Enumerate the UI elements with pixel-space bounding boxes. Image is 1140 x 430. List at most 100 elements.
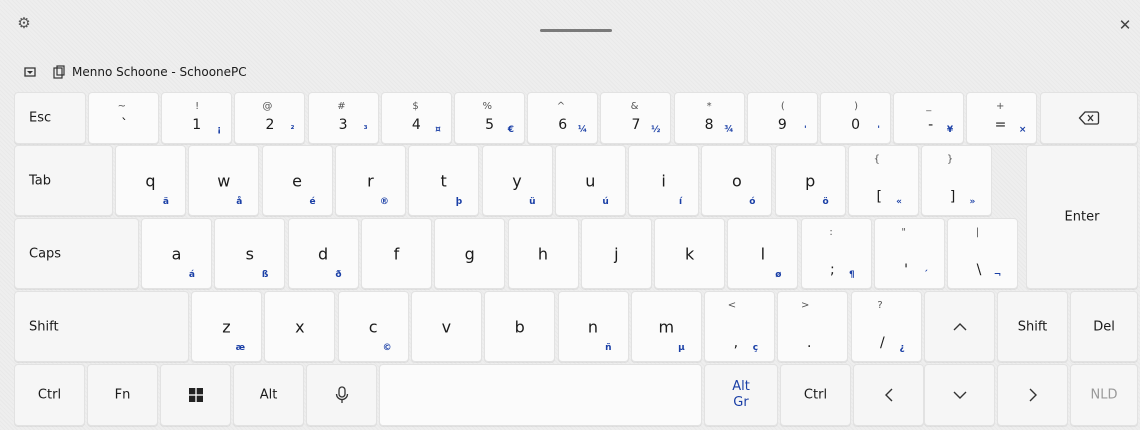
drag-handle[interactable] [540,29,612,32]
key-num_row-12[interactable]: = + × [966,92,1038,144]
key-num_row-6[interactable]: 6 ^ ¼ [527,92,599,144]
key-row_q-8[interactable]: oó [701,145,773,216]
copy-icon [52,65,66,79]
key-num_row-4[interactable]: 4 $ ¤ [380,92,452,144]
key-row_z-3[interactable]: v [410,291,482,362]
key-num_row-8[interactable]: 8 * ¾ [673,92,745,144]
key-altgr-char: ® [379,197,389,207]
ctrl-right-key[interactable]: Ctrl [780,364,851,426]
alt-key-label: Alt [259,387,278,403]
esc-key[interactable]: Esc [14,92,86,144]
key-altgr-char: ¿ [899,343,905,353]
gear-icon[interactable]: ⚙ [13,12,35,34]
key-row_z-0[interactable]: zæ [191,291,262,362]
key-row_z-5[interactable]: nñ [557,291,629,362]
key-primary-char: o [731,171,742,190]
key-row_a-3[interactable]: f [360,218,432,289]
shift-key[interactable]: Shift [14,291,189,362]
enter-key[interactable]: Enter [1026,145,1138,289]
key-row_a-2[interactable]: dð [287,218,359,289]
key-altgr-char: ä [162,197,169,207]
key-primary-char: c [368,317,378,336]
language-label: NLD [1090,387,1118,403]
heart-monitor-icon[interactable] [22,64,38,80]
altgr-key[interactable]: Alt Gr [704,364,778,426]
key-altgr-char: ö [822,197,829,207]
arrow-down-key[interactable] [924,364,995,426]
key-row_a-8[interactable]: lø [727,218,799,289]
alt-key[interactable]: Alt [233,364,304,426]
tab-key[interactable]: Tab [14,145,113,216]
key-row_q-6[interactable]: uú [554,145,626,216]
key-altgr-char: ' [804,125,807,135]
key-altgr-char: ø [775,270,782,280]
key-num_row-0[interactable]: ` ~ [88,92,159,144]
shift-right-key[interactable]: Shift [997,291,1068,362]
key-row_q-7[interactable]: ií [628,145,700,216]
key-row_q-9[interactable]: pö [774,145,846,216]
title-bar: ⚙ ✕ [0,0,1140,52]
fn-key[interactable]: Fn [87,364,158,426]
key-primary-char: [ [876,189,882,205]
key-row_z-9[interactable]: /? ¿ [850,291,922,362]
arrow-right-key[interactable] [997,364,1068,426]
key-altgr-char: © [382,343,392,353]
key-row_z-6[interactable]: mµ [630,291,702,362]
close-icon[interactable]: ✕ [1114,14,1136,36]
key-row_q-10[interactable]: [{« [848,145,919,216]
key-shift-char: % [482,101,492,112]
key-shift-char: _ [926,101,932,112]
key-row_a-5[interactable]: h [507,218,579,289]
key-row_q-2[interactable]: eé [261,145,333,216]
key-shift-char: ^ [556,101,566,112]
key-num_row-10[interactable]: 0) ' [820,92,891,144]
key-row_z-7[interactable]: , < ç [704,291,776,362]
key-num_row-1[interactable]: 1! ¡ [161,92,233,144]
key-row_a-4[interactable]: g [434,218,506,289]
key-row_q-1[interactable]: wå [188,145,260,216]
key-num_row-9[interactable]: 9 (' [746,92,818,144]
key-row_a-11[interactable]: \ | ¬ [947,218,1019,289]
key-row_q-11[interactable]: ]} » [921,145,993,216]
caps-key[interactable]: Caps [14,218,139,289]
key-shift-char: ( [780,101,785,112]
key-row_q-3[interactable]: r ® [334,145,406,216]
key-row_a-7[interactable]: k [654,218,726,289]
key-num_row-2[interactable]: 2 @ ² [234,92,306,144]
key-primary-char: a [171,244,182,263]
key-altgr-char: ´ [923,270,929,280]
key-row_a-6[interactable]: j [580,218,652,289]
space-bar[interactable] [379,364,702,426]
key-row_a-1[interactable]: sß [214,218,286,289]
key-row_a-9[interactable]: ;: ¶ [800,218,872,289]
key-primary-char: \ [976,262,982,278]
key-row_q-5[interactable]: yü [481,145,553,216]
key-num_row-5[interactable]: 5% € [454,92,525,144]
key-shift-char: ) [854,101,858,112]
key-primary-char: 7 [631,117,641,133]
del-key[interactable]: Del [1070,291,1138,362]
key-num_row-7[interactable]: 7 & ½ [600,92,672,144]
ctrl-key[interactable]: Ctrl [14,364,85,426]
key-shift-char: } [946,154,954,165]
windows-key[interactable] [160,364,231,426]
key-shift-char: ? [877,300,883,311]
arrow-up-key[interactable] [924,291,995,362]
key-row_z-4[interactable]: b [484,291,556,362]
key-row_a-0[interactable]: aá [141,218,212,289]
microphone-key[interactable] [306,364,377,426]
key-primary-char: ; [829,262,835,278]
arrow-left-key[interactable] [853,364,924,426]
backspace-key[interactable] [1040,92,1138,144]
key-row_q-4[interactable]: tþ [408,145,480,216]
key-row_z-8[interactable]: . > [777,291,849,362]
language-key[interactable]: NLD [1070,364,1138,426]
key-row_z-1[interactable]: x [264,291,336,362]
key-altgr-char: ¥ [946,125,954,135]
key-row_q-0[interactable]: qä [115,145,186,216]
key-primary-char: , [733,335,739,351]
key-num_row-11[interactable]: - _ ¥ [893,92,965,144]
key-row_a-10[interactable]: ' " ´ [874,218,945,289]
key-row_z-2[interactable]: c © [337,291,409,362]
key-num_row-3[interactable]: 3 # ³ [307,92,379,144]
